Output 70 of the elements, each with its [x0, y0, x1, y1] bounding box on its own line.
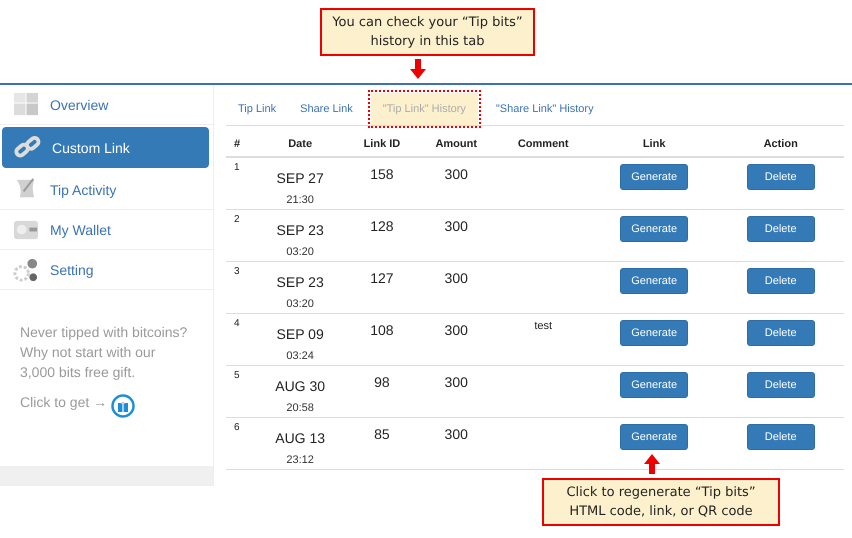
cta-link[interactable]: Click to get → [20, 394, 108, 410]
generate-button[interactable]: Generate [620, 268, 688, 294]
sidebar-label: Custom Link [52, 140, 130, 156]
date-text: SEP 23 [276, 222, 325, 238]
tab[interactable]: "Share Link" History [484, 93, 606, 125]
date-text: AUG 30 [274, 378, 326, 394]
link-id: 85 [374, 426, 390, 442]
link-id: 127 [370, 270, 394, 286]
column-header: Link ID [346, 132, 417, 157]
row-number: 2 [234, 214, 240, 224]
amount: 300 [444, 374, 468, 390]
column-header: Date [253, 132, 347, 157]
sidebar-item[interactable]: Custom Link [2, 127, 209, 168]
delete-button[interactable]: Delete [746, 424, 815, 450]
time-text: 23:12 [285, 454, 315, 466]
callout-note: You can check your “Tip bits” history in this tab [320, 8, 535, 56]
generate-button[interactable]: Generate [620, 320, 688, 346]
callout-note: Click to regenerate “Tip bits” HTML code, link, or QR code [542, 478, 780, 526]
amount: 300 [444, 218, 468, 234]
row-number: 1 [234, 162, 240, 173]
row-number: 6 [234, 422, 240, 432]
row-number: 3 [234, 266, 240, 276]
arrow-icon [410, 59, 426, 79]
sidebar-item[interactable]: My Wallet [0, 210, 213, 250]
link-id: 98 [374, 374, 390, 390]
gift-icon[interactable] [111, 394, 136, 418]
generate-button[interactable]: Generate [620, 164, 688, 190]
amount: 300 [444, 166, 468, 182]
date-text: SEP 23 [276, 274, 325, 290]
sidebar-item[interactable]: Overview [0, 85, 213, 125]
column-header: # [226, 132, 254, 157]
sidebar-label: Overview [50, 96, 108, 112]
delete-button[interactable]: Delete [746, 216, 815, 242]
delete-button[interactable]: Delete [746, 320, 815, 346]
row-number: 4 [234, 318, 240, 328]
link-id: 108 [370, 322, 394, 338]
time-text: 21:30 [285, 194, 315, 206]
tab[interactable]: Share Link [288, 93, 365, 125]
column-header: Comment [496, 132, 591, 157]
comment-text: test [534, 320, 552, 332]
sidebar-item[interactable]: Setting [0, 250, 213, 290]
amount: 300 [444, 322, 468, 338]
column-header: Amount [416, 132, 496, 157]
row-number: 5 [234, 370, 240, 380]
sidebar-label: Tip Activity [50, 182, 116, 198]
arrow-icon [644, 454, 660, 474]
time-text: 03:24 [285, 350, 315, 362]
link-id: 158 [370, 166, 394, 182]
link-id: 128 [370, 218, 394, 234]
sidebar-label: Setting [50, 262, 94, 278]
time-text: 03:20 [285, 246, 315, 258]
delete-button[interactable]: Delete [746, 268, 815, 294]
time-text: 03:20 [285, 298, 315, 310]
promo-text: Never tipped with bitcoins? Why not start with our 3,000 bits free gift. [19, 323, 188, 382]
sidebar-label: My Wallet [50, 222, 111, 238]
column-header: Action [717, 132, 844, 157]
column-header: Link [590, 132, 718, 157]
date-text: SEP 27 [276, 170, 325, 186]
tab[interactable]: Tip Link [226, 93, 288, 125]
generate-button[interactable]: Generate [620, 216, 688, 242]
date-text: AUG 13 [274, 430, 326, 446]
sidebar-item[interactable]: Tip Activity [0, 170, 213, 210]
generate-button[interactable]: Generate [620, 372, 688, 398]
delete-button[interactable]: Delete [746, 372, 815, 398]
amount: 300 [444, 426, 468, 442]
delete-button[interactable]: Delete [746, 164, 815, 190]
amount: 300 [444, 270, 468, 286]
date-text: SEP 09 [276, 326, 325, 342]
time-text: 20:58 [285, 402, 315, 414]
generate-button[interactable]: Generate [620, 424, 688, 450]
